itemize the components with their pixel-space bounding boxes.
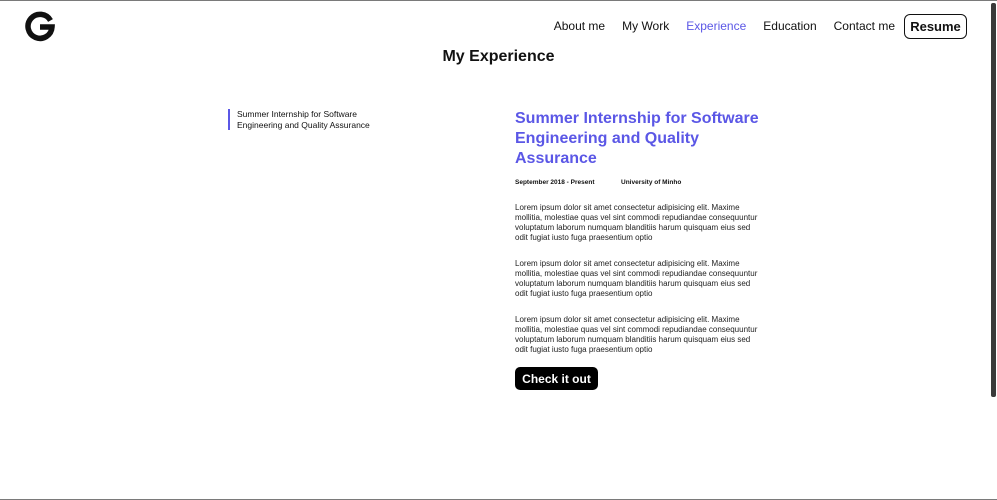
experience-paragraph: Lorem ipsum dolor sit amet consectetur a… <box>515 203 758 242</box>
experience-organization: University of Minho <box>621 179 682 186</box>
nav-link-about[interactable]: About me <box>554 19 605 33</box>
nav-link-my-work[interactable]: My Work <box>622 19 669 33</box>
experience-title: Summer Internship for Software Engineeri… <box>515 110 759 167</box>
experience-meta: September 2018 - Present University of M… <box>515 179 765 186</box>
page: About me My Work Experience Education Co… <box>0 0 997 500</box>
resume-button[interactable]: Resume <box>904 13 967 39</box>
scrollbar-thumb[interactable] <box>991 3 996 397</box>
logo-g-icon[interactable] <box>24 10 56 42</box>
experience-dates: September 2018 - Present <box>515 179 595 186</box>
experience-list: Summer Internship for Software Engineeri… <box>228 109 388 130</box>
experience-paragraph: Lorem ipsum dolor sit amet consectetur a… <box>515 259 758 298</box>
experience-paragraph: Lorem ipsum dolor sit amet consectetur a… <box>515 315 758 354</box>
vertical-scrollbar[interactable] <box>989 1 997 499</box>
nav-link-contact[interactable]: Contact me <box>834 19 895 33</box>
experience-detail: Summer Internship for Software Engineeri… <box>515 109 765 390</box>
logo-g-glyph <box>25 11 55 42</box>
nav-link-experience[interactable]: Experience <box>686 19 746 33</box>
page-title: My Experience <box>442 48 555 65</box>
nav-link-education[interactable]: Education <box>763 19 816 33</box>
check-it-out-button[interactable]: Check it out <box>515 367 598 390</box>
top-nav: About me My Work Experience Education Co… <box>537 13 967 39</box>
experience-list-item[interactable]: Summer Internship for Software Engineeri… <box>228 109 388 130</box>
